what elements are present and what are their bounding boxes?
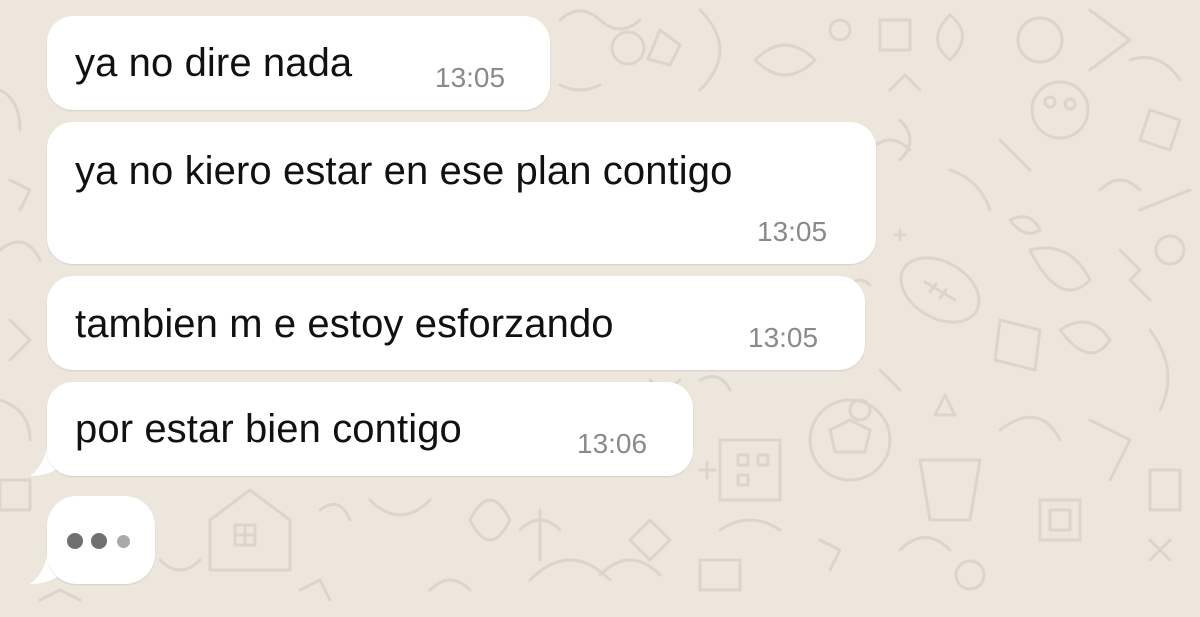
message-text: tambien m e estoy esforzando xyxy=(75,302,614,346)
message-timestamp: 13:05 xyxy=(757,216,828,247)
message-timestamp: 13:06 xyxy=(577,428,648,459)
message-timestamp: 13:05 xyxy=(435,62,506,93)
message-timestamp: 13:05 xyxy=(748,322,819,353)
message-text: ya no kiero estar en ese plan contigo xyxy=(75,149,733,193)
typing-indicator xyxy=(47,496,155,584)
typing-dot xyxy=(91,533,107,549)
message-text: por estar bien contigo xyxy=(75,407,462,451)
typing-dot xyxy=(117,535,130,548)
message-bubble[interactable]: por estar bien contigo 13:06 xyxy=(47,382,693,476)
message-bubble[interactable]: ya no kiero estar en ese plan contigo 13… xyxy=(47,122,876,264)
chat-thread: ya no dire nada 13:05 ya no kiero estar … xyxy=(0,0,1200,617)
message-text: ya no dire nada xyxy=(75,41,353,85)
typing-dot xyxy=(67,533,83,549)
message-bubble[interactable]: tambien m e estoy esforzando 13:05 xyxy=(47,276,865,370)
message-bubble[interactable]: ya no dire nada 13:05 xyxy=(47,16,550,110)
